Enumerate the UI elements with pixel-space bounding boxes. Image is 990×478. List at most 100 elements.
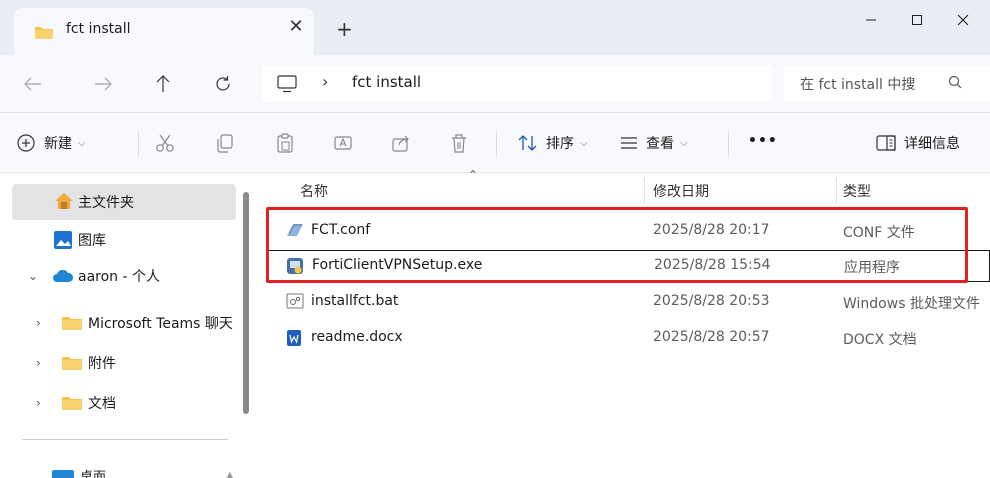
sort-ascending-icon: ⌃ [468, 168, 479, 182]
address-bar[interactable]: › fct install [262, 65, 772, 101]
home-icon [54, 192, 74, 214]
more-options-button[interactable]: ••• [748, 133, 778, 149]
file-type: 应用程序 [844, 260, 900, 276]
chevron-down-icon: ⌵ [580, 137, 588, 149]
details-pane-icon [876, 135, 896, 151]
file-row[interactable]: readme.docx 2025/8/28 20:57 DOCX 文档 [266, 322, 990, 354]
up-button[interactable] [148, 69, 178, 99]
chevron-down-icon: ⌵ [680, 137, 688, 149]
sort-button[interactable]: 排序 ⌵ [518, 133, 588, 153]
arrow-up-icon [156, 75, 170, 92]
chevron-right-icon[interactable]: › [36, 356, 41, 370]
sidebar-item-desktop[interactable]: 桌面 [80, 466, 106, 478]
sidebar-item-gallery[interactable]: 图库 [0, 222, 240, 258]
navigation-pane: 主文件夹 图库 ⌄ aaron - 个人 › Microsoft Teams 聊… [0, 174, 258, 478]
details-pane-button[interactable]: 详细信息 [876, 133, 960, 153]
back-button[interactable] [18, 69, 48, 99]
delete-icon[interactable] [448, 132, 470, 158]
column-header-label: 名称 [300, 184, 328, 200]
maximize-icon [912, 15, 922, 25]
add-icon [17, 134, 35, 152]
breadcrumb-separator: › [322, 72, 329, 91]
more-icon: ••• [748, 133, 778, 149]
installer-icon [286, 257, 304, 279]
maximize-button[interactable] [894, 0, 940, 40]
column-header-label: 修改日期 [653, 184, 709, 200]
refresh-icon [216, 76, 230, 91]
refresh-button[interactable] [208, 69, 238, 99]
search-icon [948, 75, 962, 93]
sidebar-item-teams-chat[interactable]: › Microsoft Teams 聊天 [0, 305, 240, 341]
file-name: FCT.conf [311, 222, 371, 238]
copy-icon[interactable] [214, 132, 236, 158]
tab-title: fct install [66, 21, 131, 37]
computer-icon [276, 74, 298, 98]
tab-fct-install[interactable]: fct install ✕ [14, 8, 314, 55]
file-row[interactable]: FCT.conf 2025/8/28 20:17 CONF 文件 [266, 215, 990, 247]
file-date: 2025/8/28 20:17 [653, 222, 770, 238]
cut-icon[interactable] [154, 132, 176, 158]
sidebar-item-documents[interactable]: › 文档 [0, 385, 240, 421]
breadcrumb-current-folder[interactable]: fct install [352, 73, 421, 91]
column-header-date[interactable]: 修改日期 [646, 174, 836, 208]
new-tab-button[interactable]: + [336, 19, 353, 39]
tab-close-button[interactable]: ✕ [286, 17, 306, 37]
sidebar-scrollbar[interactable] [243, 192, 249, 414]
file-name: installfct.bat [311, 293, 399, 309]
column-divider[interactable] [644, 178, 645, 204]
batch-file-icon [286, 293, 304, 313]
toolbar-divider [138, 131, 139, 157]
column-header-label: 类型 [843, 184, 871, 200]
file-name: readme.docx [311, 329, 403, 345]
folder-icon [34, 24, 54, 44]
paste-icon[interactable] [274, 132, 296, 158]
chevron-down-icon: ⌵ [78, 137, 86, 149]
column-header-name[interactable]: 名称 ⌃ [266, 168, 646, 208]
search-placeholder: 在 fct install 中搜 [800, 77, 916, 93]
file-date: 2025/8/28 15:54 [654, 257, 771, 273]
arrow-right-icon [95, 77, 112, 91]
file-list: 名称 ⌃ 修改日期 类型 FCT.conf 2025/8/28 20:17 CO… [258, 168, 990, 478]
minimize-button[interactable] [848, 0, 894, 40]
file-type: CONF 文件 [843, 225, 915, 241]
command-bar: 新建 ⌵ 排序 ⌵ 查看 ⌵ ••• 详细信息 [0, 113, 990, 173]
word-doc-icon [286, 329, 302, 351]
new-button-label: 新建 [44, 136, 72, 152]
chevron-down-icon[interactable]: ⌄ [28, 269, 38, 283]
forward-button[interactable] [88, 69, 118, 99]
folder-icon [62, 396, 82, 414]
view-button-label: 查看 [646, 136, 674, 152]
list-view-icon [621, 137, 637, 149]
desktop-icon [52, 470, 74, 478]
rename-icon[interactable] [332, 132, 354, 158]
search-box[interactable]: 在 fct install 中搜 [784, 65, 990, 101]
sidebar-item-home[interactable]: 主文件夹 [12, 184, 236, 220]
pin-icon: ▲ [226, 470, 234, 478]
close-icon [957, 14, 969, 26]
folder-icon [62, 316, 82, 334]
gallery-icon [54, 231, 72, 253]
share-icon[interactable] [390, 132, 412, 158]
sort-icon [518, 135, 537, 151]
file-row[interactable]: FortiClientVPNSetup.exe 2025/8/28 15:54 … [266, 250, 990, 282]
sidebar-item-label: 图库 [78, 233, 106, 249]
sidebar-item-label: Microsoft Teams 聊天 [88, 316, 233, 332]
sidebar-divider [22, 439, 228, 440]
chevron-right-icon[interactable]: › [36, 316, 41, 330]
sidebar-item-attachments[interactable]: › 附件 [0, 345, 240, 381]
column-header-type[interactable]: 类型 [838, 174, 990, 208]
chevron-right-icon[interactable]: › [36, 396, 41, 410]
sidebar-item-label: 附件 [88, 356, 116, 372]
column-divider[interactable] [836, 178, 837, 204]
toolbar-divider [728, 131, 729, 157]
new-button[interactable]: 新建 ⌵ [16, 133, 86, 153]
folder-icon [62, 356, 82, 374]
file-date: 2025/8/28 20:53 [653, 293, 770, 309]
sidebar-item-onedrive[interactable]: ⌄ aaron - 个人 [0, 258, 240, 294]
arrow-left-icon [24, 77, 41, 91]
file-type: DOCX 文档 [843, 332, 917, 348]
close-window-button[interactable] [940, 0, 986, 40]
file-type: Windows 批处理文件 [843, 296, 980, 312]
file-row[interactable]: installfct.bat 2025/8/28 20:53 Windows 批… [266, 286, 990, 318]
view-button[interactable]: 查看 ⌵ [620, 133, 688, 153]
